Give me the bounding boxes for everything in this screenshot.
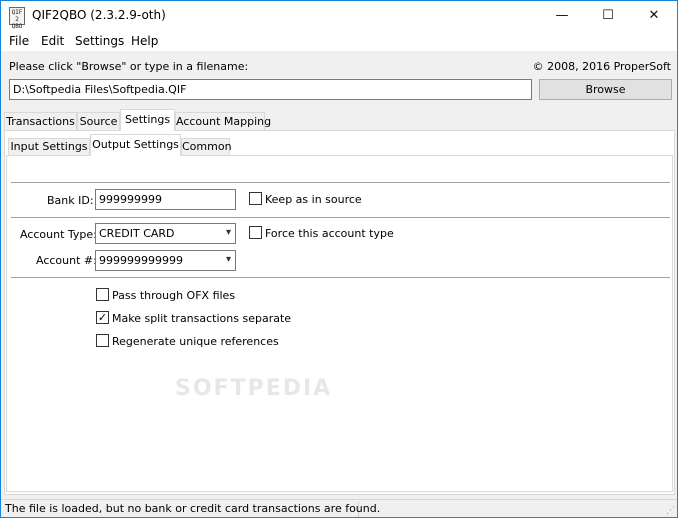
account-number-value: 999999999999 xyxy=(99,254,183,267)
menu-settings[interactable]: Settings xyxy=(75,34,124,48)
app-window: QIF 2 QBO QIF2QBO (2.3.2.9-oth) — ☐ ✕ File… xyxy=(0,0,678,518)
menu-bar: File Edit Settings Help xyxy=(1,31,677,51)
bank-id-input[interactable]: 999999999 xyxy=(95,189,236,210)
account-type-value: CREDIT CARD xyxy=(99,227,175,240)
force-account-type-checkbox[interactable] xyxy=(249,226,262,239)
softpedia-watermark: SOFTPEDIA xyxy=(175,376,333,401)
force-account-type-label: Force this account type xyxy=(265,227,394,240)
account-type-label: Account Type: xyxy=(20,228,97,241)
maximize-button[interactable]: ☐ xyxy=(585,1,631,31)
output-settings-page: Bank ID: 999999999 Keep as in source Acc… xyxy=(6,155,673,492)
resize-grip-icon[interactable]: ⋰ xyxy=(666,506,675,516)
chevron-down-icon: ▾ xyxy=(225,227,231,238)
minimize-button[interactable]: — xyxy=(539,1,585,31)
tab-source[interactable]: Source xyxy=(77,112,120,130)
split-transactions-label: Make split transactions separate xyxy=(112,312,292,325)
filename-input[interactable]: D:\Softpedia Files\Softpedia.QIF xyxy=(9,79,532,100)
separator-line xyxy=(11,182,670,184)
chevron-down-icon: ▾ xyxy=(225,254,231,265)
separator-line xyxy=(11,277,670,279)
tab-input-settings[interactable]: Input Settings xyxy=(8,138,90,155)
keep-as-source-checkbox[interactable] xyxy=(249,192,262,205)
title-bar[interactable]: QIF 2 QBO QIF2QBO (2.3.2.9-oth) — ☐ ✕ xyxy=(1,1,677,31)
tab-output-settings[interactable]: Output Settings xyxy=(90,134,181,156)
keep-as-source-label: Keep as in source xyxy=(265,193,362,206)
copyright-text: © 2008, 2016 ProperSoft xyxy=(532,60,671,73)
account-number-label: Account #: xyxy=(36,254,97,267)
tab-settings[interactable]: Settings xyxy=(120,109,175,131)
settings-panel: Input Settings Output Settings Common Ba… xyxy=(4,130,675,495)
tab-transactions[interactable]: Transactions xyxy=(4,112,77,130)
tab-account-mapping[interactable]: Account Mapping xyxy=(175,112,271,130)
regenerate-references-checkbox[interactable] xyxy=(96,334,109,347)
status-message: The file is loaded, but no bank or credi… xyxy=(5,502,381,517)
menu-edit[interactable]: Edit xyxy=(41,34,64,48)
regenerate-references-label: Regenerate unique references xyxy=(112,335,279,348)
window-title: QIF2QBO (2.3.2.9-oth) xyxy=(32,8,166,22)
menu-help[interactable]: Help xyxy=(131,34,158,48)
app-icon: QIF 2 QBO xyxy=(9,7,25,30)
menu-file[interactable]: File xyxy=(9,34,29,48)
separator-line xyxy=(11,217,670,219)
filename-prompt: Please click "Browse" or type in a filen… xyxy=(9,60,249,73)
client-area: Please click "Browse" or type in a filen… xyxy=(1,51,677,499)
bank-id-label: Bank ID: xyxy=(47,194,94,207)
split-transactions-checkbox[interactable]: ✓ xyxy=(96,311,109,324)
account-type-select[interactable]: CREDIT CARD ▾ xyxy=(95,223,236,244)
tab-common[interactable]: Common xyxy=(181,138,232,155)
close-button[interactable]: ✕ xyxy=(631,1,677,31)
browse-button[interactable]: Browse xyxy=(539,79,672,100)
pass-through-ofx-checkbox[interactable] xyxy=(96,288,109,301)
account-number-select[interactable]: 999999999999 ▾ xyxy=(95,250,236,271)
status-bar: The file is loaded, but no bank or credi… xyxy=(1,499,677,517)
pass-through-ofx-label: Pass through OFX files xyxy=(112,289,236,302)
checkmark-icon: ✓ xyxy=(97,311,108,324)
